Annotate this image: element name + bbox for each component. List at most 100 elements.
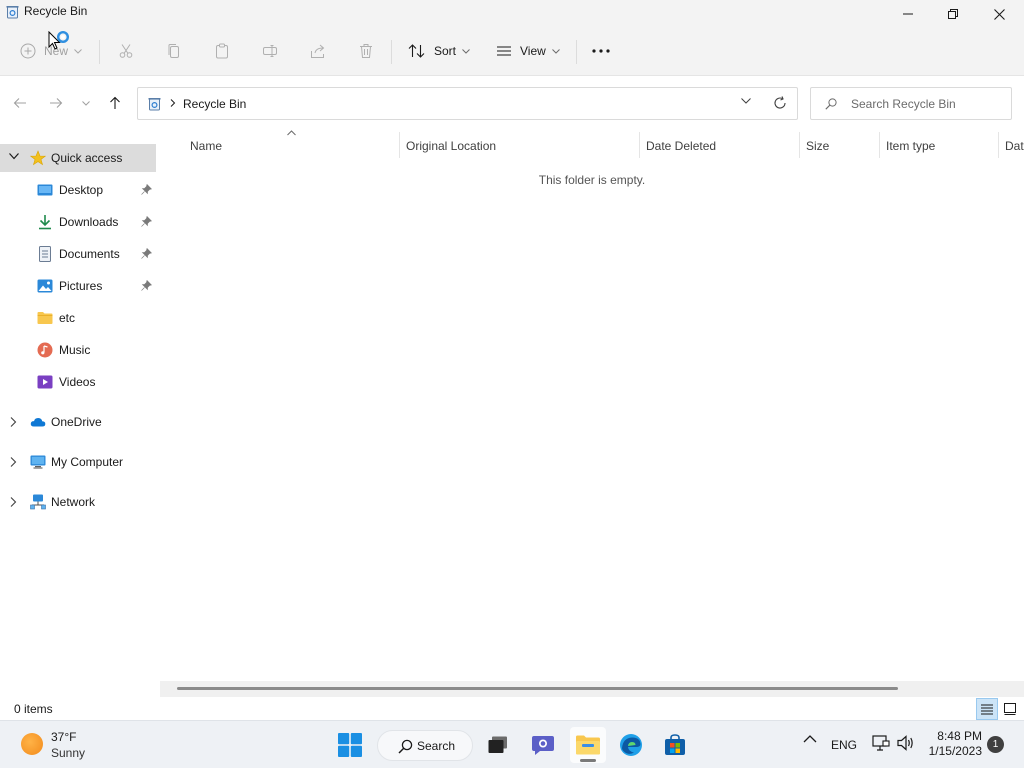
nav-item-documents[interactable]: Documents (0, 240, 156, 268)
active-app-indicator (580, 759, 596, 762)
windows-logo-icon (338, 733, 362, 757)
view-button[interactable]: View (496, 38, 560, 64)
nav-label: Videos (59, 375, 96, 389)
folder-icon (576, 735, 600, 755)
sort-label: Sort (434, 44, 457, 58)
item-count: 0 items (14, 702, 53, 716)
start-button[interactable] (332, 727, 368, 763)
task-view-button[interactable] (481, 727, 515, 763)
sort-ascending-icon (287, 130, 296, 136)
details-view-button[interactable] (976, 698, 998, 720)
edge-icon (620, 734, 642, 756)
share-button[interactable] (310, 38, 326, 64)
chevron-right-icon (10, 457, 17, 467)
arrow-left-icon (13, 98, 26, 108)
taskbar-search-button[interactable]: Search (377, 730, 473, 761)
close-button[interactable] (976, 0, 1022, 28)
weather-description[interactable]: Sunny (51, 746, 85, 760)
column-header-original-location[interactable]: Original Location (400, 132, 639, 158)
pin-icon[interactable] (141, 248, 152, 259)
pin-icon[interactable] (141, 280, 152, 291)
input-language-indicator[interactable]: ENG (831, 738, 857, 752)
chevron-down-icon[interactable] (741, 98, 751, 104)
copy-button[interactable] (166, 38, 182, 64)
paste-button[interactable] (214, 38, 230, 64)
command-bar: New Sort View (0, 28, 1024, 76)
task-view-icon (488, 736, 507, 753)
cut-icon (119, 44, 133, 58)
nav-label: Quick access (51, 151, 123, 165)
column-header-label: Original Location (406, 139, 497, 153)
teams-chat-button[interactable] (526, 727, 560, 763)
clock-time: 8:48 PM (937, 729, 982, 743)
chat-icon (532, 736, 554, 755)
nav-item-etc[interactable]: etc (0, 304, 156, 332)
rename-button[interactable] (262, 38, 278, 64)
column-header-label: Date Deleted (646, 139, 717, 153)
microsoft-store-button[interactable] (658, 727, 692, 763)
column-header-name[interactable]: Name (183, 130, 399, 158)
clock-date: 1/15/2023 (928, 744, 982, 758)
sun-icon[interactable] (21, 733, 43, 755)
horizontal-scrollbar[interactable] (160, 681, 1024, 697)
clock[interactable]: 8:48 PM 1/15/2023 (924, 729, 982, 759)
search-placeholder: Search Recycle Bin (851, 97, 956, 111)
cut-button[interactable] (118, 38, 134, 64)
search-box[interactable]: Search Recycle Bin (810, 87, 1012, 120)
volume-button[interactable] (897, 735, 915, 751)
nav-item-my-computer[interactable]: My Computer (0, 448, 156, 476)
more-options-button[interactable] (592, 38, 610, 64)
taskbar-search-label: Search (417, 739, 456, 753)
nav-item-videos[interactable]: Videos (0, 368, 156, 396)
nav-item-onedrive[interactable]: OneDrive (0, 408, 156, 436)
restore-button[interactable] (930, 0, 976, 28)
nav-item-music[interactable]: Music (0, 336, 156, 364)
breadcrumb[interactable]: Recycle Bin (183, 97, 246, 111)
nav-item-network[interactable]: Network (0, 488, 156, 516)
network-status-button[interactable] (872, 735, 890, 751)
mouse-cursor-busy-icon (48, 31, 69, 50)
nav-item-quick-access[interactable]: Quick access (0, 144, 156, 172)
recycle-bin-icon (6, 6, 19, 19)
pin-icon[interactable] (141, 184, 152, 195)
column-header-size[interactable]: Size (800, 132, 879, 158)
chevron-right-icon (170, 99, 176, 107)
chevron-down-icon (82, 100, 90, 106)
scrollbar-thumb[interactable] (177, 687, 898, 690)
forward-button[interactable] (45, 92, 67, 114)
recent-locations-button[interactable] (75, 92, 97, 114)
cloud-icon (30, 418, 46, 427)
sort-button[interactable]: Sort (408, 38, 470, 64)
status-bar: 0 items (0, 697, 1024, 720)
column-header-date-deleted[interactable]: Date Deleted (640, 132, 799, 158)
trash-icon (360, 44, 372, 58)
notification-badge[interactable]: 1 (987, 736, 1004, 753)
column-header-label: Size (806, 139, 830, 153)
network-monitor-icon (872, 735, 890, 751)
back-button[interactable] (9, 92, 31, 114)
nav-item-pictures[interactable]: Pictures (0, 272, 156, 300)
weather-temperature[interactable]: 37°F (51, 730, 76, 744)
delete-button[interactable] (358, 38, 374, 64)
up-button[interactable] (104, 92, 126, 114)
minimize-button[interactable] (885, 0, 931, 28)
column-header-date[interactable]: Dat (999, 132, 1024, 158)
file-explorer-taskbar-button[interactable] (570, 727, 606, 763)
tiles-view-button[interactable] (999, 698, 1021, 720)
nav-item-downloads[interactable]: Downloads (0, 208, 156, 236)
download-icon (39, 215, 51, 230)
pin-icon[interactable] (141, 216, 152, 227)
column-header-item-type[interactable]: Item type (880, 132, 998, 158)
nav-item-desktop[interactable]: Desktop (0, 176, 156, 204)
address-bar[interactable]: Recycle Bin (137, 87, 798, 120)
share-icon (311, 44, 325, 58)
show-hidden-icons-button[interactable] (800, 735, 820, 743)
column-header-label: Dat (1005, 139, 1024, 153)
window-title: Recycle Bin (24, 4, 88, 18)
refresh-icon[interactable] (773, 96, 787, 110)
chevron-down-icon (74, 48, 82, 54)
nav-label: OneDrive (51, 415, 102, 429)
store-icon (665, 734, 685, 755)
chevron-down-icon (551, 48, 560, 54)
edge-button[interactable] (614, 727, 648, 763)
